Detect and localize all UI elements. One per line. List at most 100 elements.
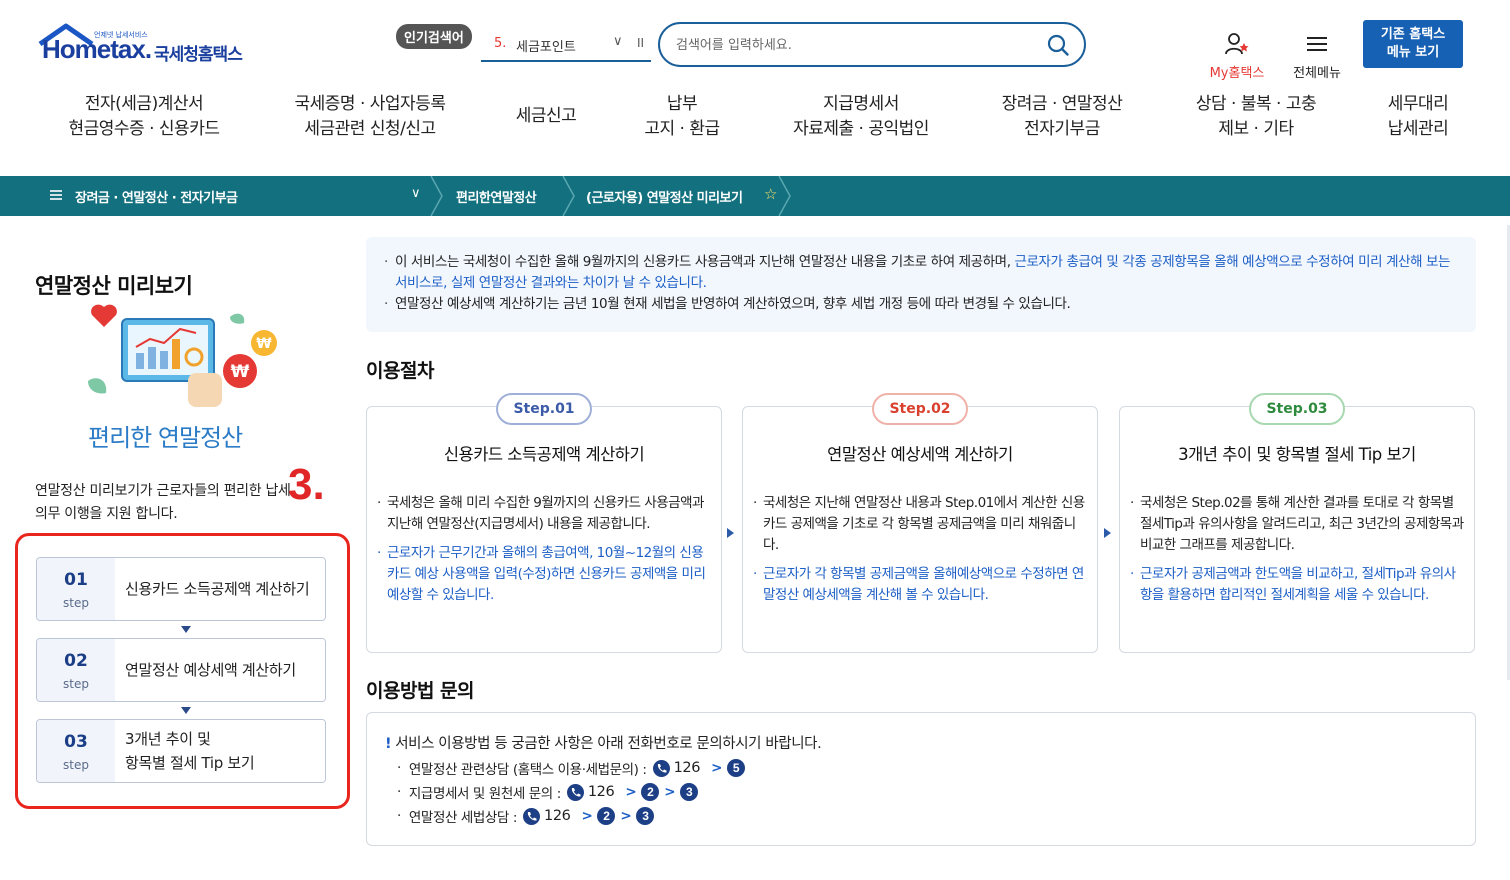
inquiry-heading-text: 서비스 이용방법 등 궁금한 사항은 아래 전화번호로 문의하시기 바랍니다. bbox=[395, 736, 822, 752]
procedure-card-03: 3개년 추이 및 항목별 절세 Tip 보기 국세청은 Step.02를 통해 … bbox=[1119, 406, 1475, 653]
nav-item-consulting[interactable]: 상담 · 불복 · 고충 제보 · 기타 bbox=[1180, 92, 1332, 142]
notice-line2: 연말정산 예상세액 계산하기는 금년 10월 현재 세법을 반영하여 계산하였으… bbox=[384, 294, 1458, 315]
hamburger-icon[interactable] bbox=[50, 188, 62, 202]
inquiry-label: 지급명세서 및 원천세 문의 : bbox=[408, 786, 561, 802]
step-number: 03 bbox=[64, 732, 88, 752]
pause-icon[interactable]: II bbox=[637, 36, 644, 50]
nav-label-line1: 지급명세서 bbox=[823, 94, 899, 114]
procedure-card-text: 국세청은 올해 미리 수집한 9월까지의 신용카드 사용금액과 지난해 연말정산… bbox=[377, 493, 711, 535]
breadcrumb-separator-icon bbox=[562, 176, 575, 216]
step-badge-02: Step.02 bbox=[872, 393, 968, 425]
procedure-title: 이용절차 bbox=[366, 360, 434, 382]
inquiry-label: 연말정산 세법상담 : bbox=[408, 810, 517, 826]
breadcrumb-level2[interactable]: 편리한연말정산 bbox=[456, 187, 537, 206]
procedure-card-body: 국세청은 Step.02를 통해 계산한 결과를 토대로 각 항목별 절세Tip… bbox=[1130, 493, 1464, 614]
step-label: step bbox=[63, 677, 89, 691]
nav-label-line1: 납부 bbox=[666, 94, 698, 114]
procedure-card-body: 국세청은 지난해 연말정산 내용과 Step.01에서 계산한 신용카드 공제액… bbox=[753, 493, 1087, 614]
nav-label-line1: 장려금 · 연말정산 bbox=[1001, 94, 1123, 114]
breadcrumb-separator-icon bbox=[778, 176, 791, 216]
nav-label-line1: 상담 · 불복 · 고충 bbox=[1195, 94, 1317, 114]
step-card-02[interactable]: 02 step 연말정산 예상세액 계산하기 bbox=[36, 638, 326, 702]
popular-search-ticker[interactable]: 5. 세금포인트 ∨ II bbox=[481, 30, 651, 62]
bullet: · bbox=[397, 784, 401, 800]
site-header: 언제넷 납세서비스 Hometax. 국세청홈택스 인기검색어 5. 세금포인트… bbox=[0, 0, 1510, 176]
svg-text:₩: ₩ bbox=[231, 362, 250, 382]
popular-term[interactable]: 세금포인트 bbox=[516, 36, 576, 55]
nav-item-payment[interactable]: 납부 고지 · 환급 bbox=[630, 92, 734, 142]
step-card-01[interactable]: 01 step 신용카드 소득공제액 계산하기 bbox=[36, 557, 326, 621]
inquiry-label: 연말정산 관련상담 (홈택스 이용·세법문의) : bbox=[408, 762, 647, 778]
chevron-down-icon[interactable]: ∨ bbox=[613, 34, 623, 49]
svg-text:₩: ₩ bbox=[256, 336, 272, 352]
all-menu-button[interactable]: 전체메뉴 bbox=[1288, 32, 1346, 81]
arrow-right-icon bbox=[727, 528, 734, 538]
nav-item-tax-agent[interactable]: 세무대리 납세관리 bbox=[1374, 92, 1462, 142]
procedure-card-title: 3개년 추이 및 항목별 절세 Tip 보기 bbox=[1178, 445, 1416, 464]
procedure-card-02: 연말정산 예상세액 계산하기 국세청은 지난해 연말정산 내용과 Step.01… bbox=[742, 406, 1098, 653]
breadcrumb-separator-icon bbox=[430, 176, 443, 216]
bullet: · bbox=[397, 760, 401, 776]
dial-key: 2 bbox=[597, 807, 616, 825]
step-card-03[interactable]: 03 step 3개년 추이 및 항목별 절세 Tip 보기 bbox=[36, 719, 326, 783]
dial-key: 3 bbox=[680, 783, 699, 801]
step-number-column: 02 step bbox=[37, 639, 115, 701]
chevron-right-icon: > bbox=[664, 784, 676, 800]
nav-label-line2: 세금관련 신청/신고 bbox=[304, 119, 436, 139]
notice-box: 이 서비스는 국세청이 수집한 올해 9월까지의 신용카드 사용금액과 지난해 … bbox=[366, 237, 1476, 332]
search-input[interactable] bbox=[676, 34, 1036, 56]
inquiry-line: · 연말정산 관련상담 (홈택스 이용·세법문의) : 126 > 5 bbox=[397, 757, 745, 779]
legacy-menu-button[interactable]: 기존 홈택스 메뉴 보기 bbox=[1363, 20, 1463, 68]
chevron-right-icon: > bbox=[711, 760, 722, 776]
year-end-illustration-icon: ₩ ₩ bbox=[88, 304, 277, 407]
phone-number: 126 bbox=[544, 808, 571, 824]
logo-korean-name: 국세청홈택스 bbox=[154, 45, 243, 65]
nav-label-line1: 전자(세금)계산서 bbox=[84, 94, 204, 114]
nav-label-line2: 제보 · 기타 bbox=[1218, 119, 1294, 139]
chevron-down-icon[interactable]: ∨ bbox=[411, 186, 421, 201]
phone-number: 126 bbox=[587, 784, 615, 800]
nav-label-line2: 고지 · 환급 bbox=[644, 119, 720, 139]
nav-label-line2: 자료제출 · 공익법인 bbox=[793, 119, 929, 139]
hometax-logo[interactable]: 언제넷 납세서비스 Hometax. 국세청홈택스 bbox=[38, 22, 268, 76]
favorite-star-icon[interactable]: ☆ bbox=[764, 185, 777, 203]
popular-rank: 5. bbox=[494, 36, 507, 51]
inquiry-line: · 연말정산 세법상담 : 126 > 2 > 3 bbox=[397, 805, 655, 827]
arrow-down-icon bbox=[181, 707, 191, 714]
phone-icon bbox=[566, 783, 584, 801]
step-text: 신용카드 소득공제액 계산하기 bbox=[115, 558, 325, 620]
breadcrumb-level1[interactable]: 장려금 · 연말정산 · 전자기부금 bbox=[75, 187, 238, 206]
dial-key: 3 bbox=[636, 807, 655, 825]
procedure-card-highlight: 근로자가 근무기간과 올해의 총급여액, 10월~12월의 신용카드 예상 사용… bbox=[377, 543, 711, 606]
procedure-card-text: 국세청은 지난해 연말정산 내용과 Step.01에서 계산한 신용카드 공제액… bbox=[753, 493, 1087, 556]
nav-item-certificates[interactable]: 국세증명 · 사업자등록 세금관련 신청/신고 bbox=[278, 92, 462, 142]
nav-item-e-invoice[interactable]: 전자(세금)계산서 현금영수증 · 신용카드 bbox=[55, 92, 233, 142]
my-hometax-label: My홈택스 bbox=[1209, 66, 1265, 81]
my-hometax-link[interactable]: My홈택스 bbox=[1205, 32, 1269, 81]
chevron-right-icon: > bbox=[625, 784, 637, 800]
phone-icon bbox=[523, 807, 540, 825]
logo-wordmark: Hometax. bbox=[42, 34, 152, 64]
procedure-card-body: 국세청은 올해 미리 수집한 9월까지의 신용카드 사용금액과 지난해 연말정산… bbox=[377, 493, 711, 614]
step-number-column: 03 step bbox=[37, 720, 115, 782]
inquiry-title: 이용방법 문의 bbox=[366, 680, 475, 702]
inquiry-box: ! 서비스 이용방법 등 궁금한 사항은 아래 전화번호로 문의하시기 바랍니다.… bbox=[366, 712, 1476, 846]
dial-key: 2 bbox=[641, 783, 660, 801]
inquiry-heading: ! 서비스 이용방법 등 궁금한 사항은 아래 전화번호로 문의하시기 바랍니다. bbox=[385, 732, 822, 753]
nav-item-tax-filing[interactable]: 세금신고 bbox=[500, 92, 592, 129]
search-icon[interactable] bbox=[1046, 33, 1070, 57]
nav-label-line2: 납세관리 bbox=[1387, 119, 1449, 139]
phone-number: 126 bbox=[673, 760, 701, 776]
breadcrumb: 장려금 · 연말정산 · 전자기부금 ∨ 편리한연말정산 (근로자용) 연말정산… bbox=[0, 176, 1510, 216]
procedure-card-title: 신용카드 소득공제액 계산하기 bbox=[443, 445, 645, 464]
nav-item-year-end[interactable]: 장려금 · 연말정산 전자기부금 bbox=[988, 92, 1136, 142]
nav-item-statements[interactable]: 지급명세서 자료제출 · 공익법인 bbox=[778, 92, 944, 142]
step-text: 연말정산 예상세액 계산하기 bbox=[115, 639, 325, 701]
nav-label-line2: 현금영수증 · 신용카드 bbox=[68, 119, 220, 139]
nav-label-line1: 국세증명 · 사업자등록 bbox=[294, 94, 446, 114]
chevron-right-icon: > bbox=[581, 808, 593, 824]
procedure-card-title: 연말정산 예상세액 계산하기 bbox=[827, 445, 1013, 464]
bullet: · bbox=[397, 808, 401, 824]
step-text: 3개년 추이 및 항목별 절세 Tip 보기 bbox=[115, 720, 325, 782]
illustration-caption: 편리한 연말정산 bbox=[88, 424, 243, 452]
